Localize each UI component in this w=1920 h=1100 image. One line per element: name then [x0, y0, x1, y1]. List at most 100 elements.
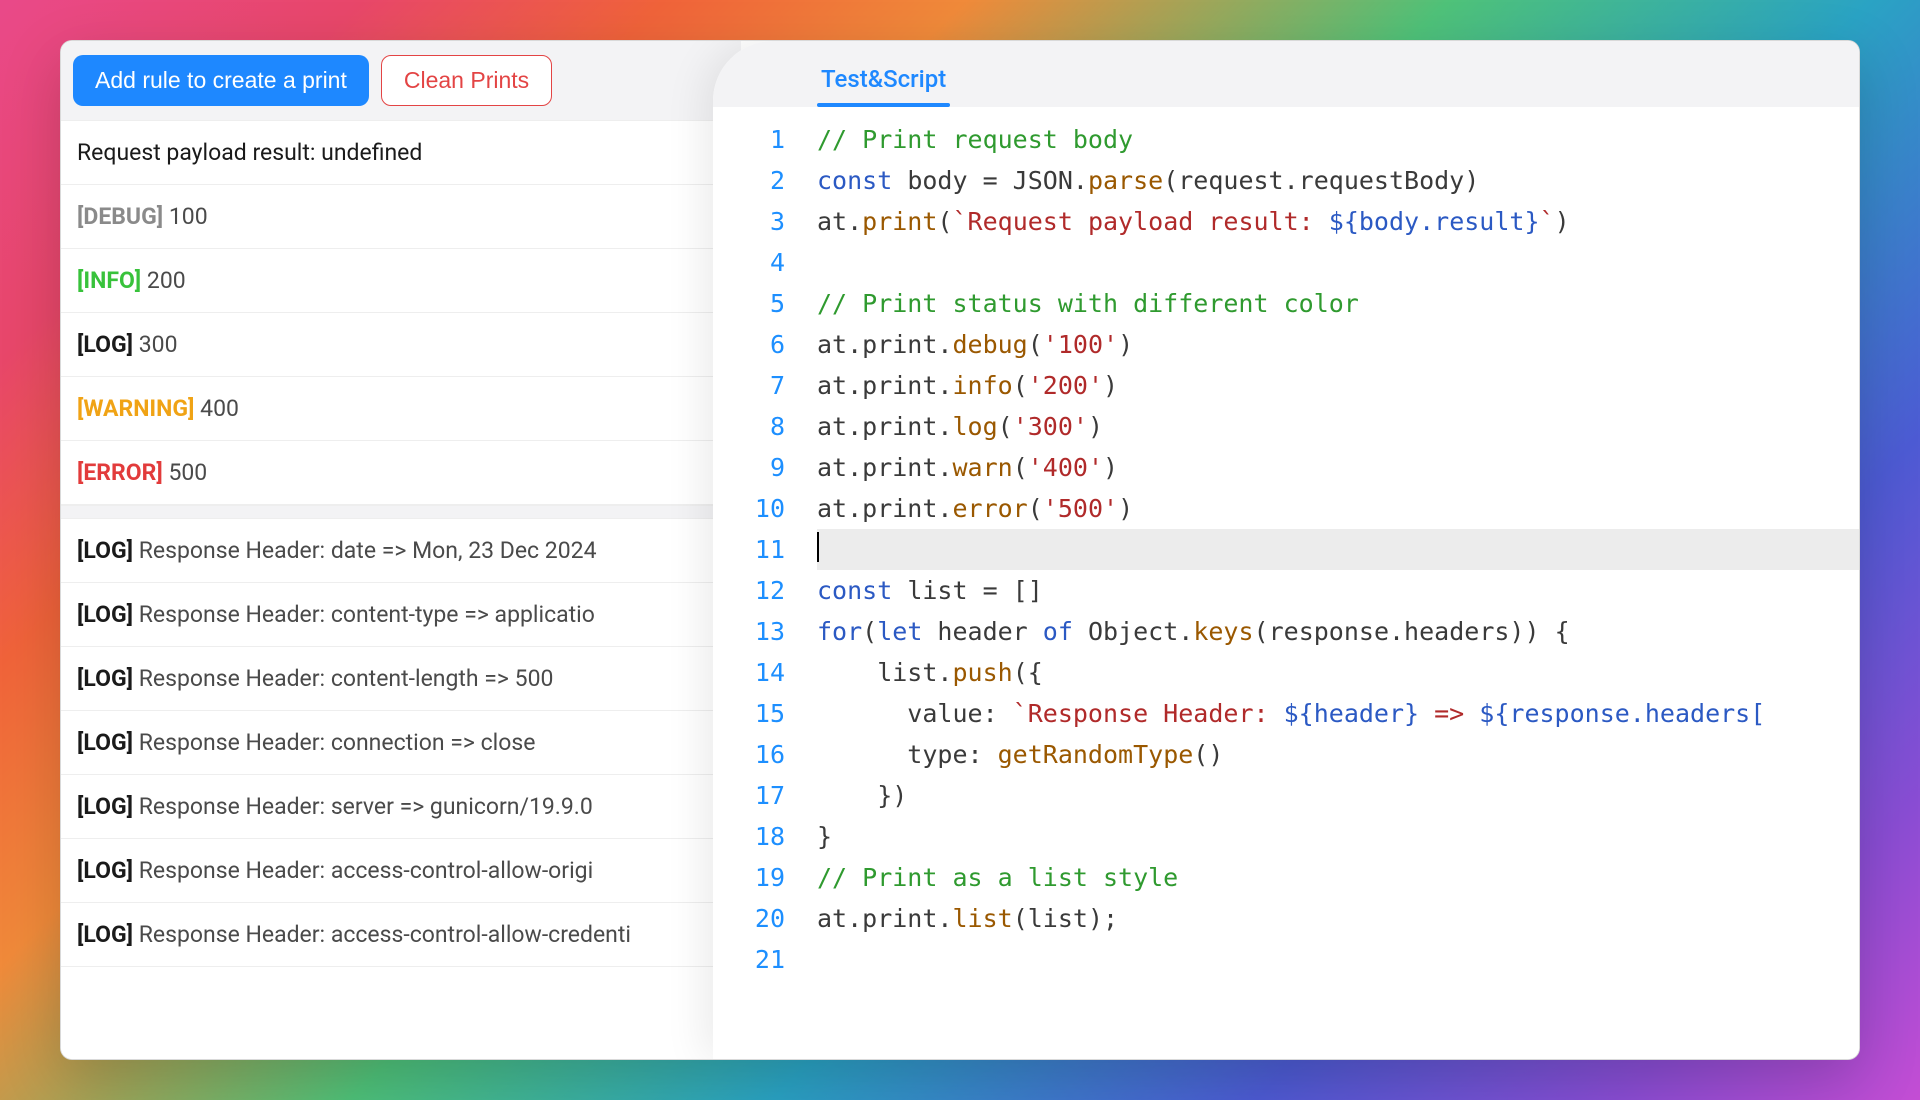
code-token: warn	[952, 453, 1012, 482]
log-row: [WARNING] 400	[61, 377, 741, 441]
code-token: at.	[817, 207, 862, 236]
code-line: list.push({	[817, 652, 1859, 693]
code-token: // Print as a list style	[817, 863, 1178, 892]
line-number: 1	[713, 119, 785, 160]
log-message: 400	[200, 395, 239, 422]
log-row: [DEBUG] 100	[61, 185, 741, 249]
log-tag: [LOG]	[77, 331, 139, 358]
code-area[interactable]: // Print request bodyconst body = JSON.p…	[813, 107, 1859, 1059]
log-list[interactable]: Request payload result: undefined [DEBUG]…	[61, 120, 741, 1059]
code-token: (	[1013, 453, 1028, 482]
code-token: '300'	[1013, 412, 1088, 441]
code-token: }	[817, 822, 832, 851]
log-tag: [LOG]	[77, 793, 139, 820]
code-token: error	[952, 494, 1027, 523]
tab-label: Test&Script	[821, 65, 946, 93]
code-line: }	[817, 816, 1859, 857]
code-token: type:	[817, 740, 998, 769]
toolbar: Add rule to create a print Clean Prints	[61, 41, 741, 120]
code-token: header	[922, 617, 1042, 646]
code-editor[interactable]: 123456789101112131415161718192021 // Pri…	[713, 107, 1859, 1059]
code-token: '400'	[1028, 453, 1103, 482]
log-tag: [WARNING]	[77, 395, 200, 422]
code-token: (	[1013, 371, 1028, 400]
line-gutter: 123456789101112131415161718192021	[713, 107, 813, 1059]
code-line: at.print(`Request payload result: ${body…	[817, 201, 1859, 242]
code-token: ${response.headers[	[1479, 699, 1765, 728]
log-message: Request payload result: undefined	[77, 139, 422, 166]
code-token: at.print.	[817, 453, 952, 482]
log-tag: [LOG]	[77, 537, 139, 564]
code-token: =>	[1419, 699, 1479, 728]
code-token: keys	[1193, 617, 1253, 646]
code-token: ({	[1013, 658, 1043, 687]
code-token: (request.requestBody)	[1163, 166, 1479, 195]
log-row: [LOG] Response Header: server => gunicor…	[61, 775, 741, 839]
code-token: `Request payload result:	[952, 207, 1328, 236]
code-token: )	[1118, 330, 1133, 359]
code-token: Object.	[1073, 617, 1193, 646]
code-token: (	[1028, 330, 1043, 359]
code-line: const list = []	[817, 570, 1859, 611]
line-number: 16	[713, 734, 785, 775]
code-token: body = JSON.	[892, 166, 1088, 195]
log-tag: [LOG]	[77, 921, 139, 948]
code-token: at.print.	[817, 371, 952, 400]
line-number: 2	[713, 160, 785, 201]
add-rule-button[interactable]: Add rule to create a print	[73, 55, 369, 106]
code-token: (	[862, 617, 877, 646]
line-number: 12	[713, 570, 785, 611]
code-token: ()	[1193, 740, 1223, 769]
code-line: at.print.info('200')	[817, 365, 1859, 406]
code-token: )	[1555, 207, 1570, 236]
log-tag: [DEBUG]	[77, 203, 169, 230]
log-row: Request payload result: undefined	[61, 120, 741, 185]
tab-bar: Test&Script	[713, 41, 1859, 107]
code-line: for(let header of Object.keys(response.h…	[817, 611, 1859, 652]
log-message: 500	[168, 459, 207, 486]
line-number: 8	[713, 406, 785, 447]
log-tag: [LOG]	[77, 857, 139, 884]
clean-prints-button[interactable]: Clean Prints	[381, 55, 552, 106]
code-line	[817, 939, 1859, 980]
log-message: Response Header: access-control-allow-or…	[139, 857, 593, 884]
log-row: [LOG] 300	[61, 313, 741, 377]
log-group-separator	[61, 505, 741, 519]
line-number: 5	[713, 283, 785, 324]
code-token: (response.headers)) {	[1254, 617, 1570, 646]
log-message: Response Header: access-control-allow-cr…	[139, 921, 631, 948]
log-row: [INFO] 200	[61, 249, 741, 313]
code-line: value: `Response Header: ${header} => ${…	[817, 693, 1859, 734]
code-line: at.print.warn('400')	[817, 447, 1859, 488]
tab-test-and-script[interactable]: Test&Script	[817, 57, 950, 107]
log-message: Response Header: server => gunicorn/19.9…	[139, 793, 593, 820]
editor-panel: Test&Script 1234567891011121314151617181…	[713, 41, 1859, 1059]
code-token: list = []	[892, 576, 1043, 605]
code-token: const	[817, 576, 892, 605]
log-message: Response Header: date => Mon, 23 Dec 202…	[139, 537, 597, 564]
log-panel: Add rule to create a print Clean Prints …	[61, 41, 741, 1059]
line-number: 11	[713, 529, 785, 570]
code-line: const body = JSON.parse(request.requestB…	[817, 160, 1859, 201]
code-token: // Print status with different color	[817, 289, 1359, 318]
code-line: // Print request body	[817, 119, 1859, 160]
code-token: debug	[952, 330, 1027, 359]
line-number: 20	[713, 898, 785, 939]
code-token: (list);	[1013, 904, 1118, 933]
code-token: (	[937, 207, 952, 236]
code-token: list	[952, 904, 1012, 933]
code-token: `	[1540, 207, 1555, 236]
line-number: 7	[713, 365, 785, 406]
line-number: 18	[713, 816, 785, 857]
line-number: 19	[713, 857, 785, 898]
line-number: 14	[713, 652, 785, 693]
text-cursor	[817, 532, 819, 562]
code-token: )	[1103, 371, 1118, 400]
code-token: '500'	[1043, 494, 1118, 523]
code-token: for	[817, 617, 862, 646]
log-message: Response Header: connection => close	[139, 729, 536, 756]
log-row: [LOG] Response Header: date => Mon, 23 D…	[61, 519, 741, 583]
code-token: )	[1103, 453, 1118, 482]
code-token: ${body.result}	[1329, 207, 1540, 236]
code-token: push	[952, 658, 1012, 687]
